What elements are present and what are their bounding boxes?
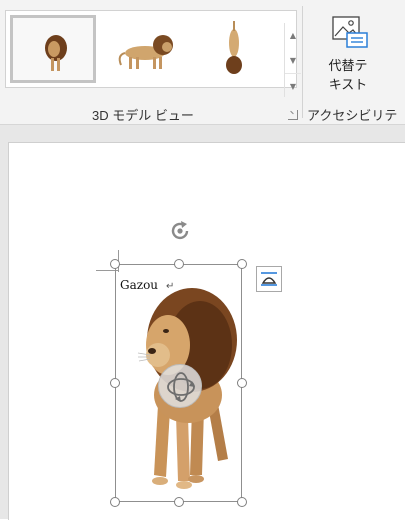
dialog-launcher-icon[interactable]: [288, 110, 298, 120]
alt-text-icon: [332, 16, 368, 48]
paragraph-mark: ↵: [166, 281, 175, 292]
gallery-more-button[interactable]: ▼: [285, 73, 301, 98]
gallery-item-top-view[interactable]: [192, 15, 278, 83]
gallery-scroll: ▲ ▼ ▼: [284, 23, 302, 97]
alt-text-button[interactable]: 代替テ キスト: [318, 14, 396, 98]
resize-handle-top[interactable]: [174, 259, 184, 269]
3d-rotate-icon: [167, 372, 195, 402]
group-label-3d-model-views: 3D モデル ビュー: [92, 108, 194, 123]
resize-handle-bottom-right[interactable]: [237, 497, 247, 507]
rotate-handle-icon[interactable]: [168, 219, 192, 243]
resize-handle-right[interactable]: [237, 378, 247, 388]
resize-handle-left[interactable]: [110, 378, 120, 388]
alt-text-label-line2: キスト: [328, 77, 368, 92]
document-text: Gazou: [120, 278, 159, 292]
gallery-item-front-view[interactable]: [10, 15, 96, 83]
gallery-scroll-down-button[interactable]: ▼: [285, 48, 301, 72]
layout-options-icon: [261, 272, 277, 286]
resize-handle-bottom-left[interactable]: [110, 497, 120, 507]
gallery-item-side-view[interactable]: [101, 15, 187, 83]
gallery-scroll-up-button[interactable]: ▲: [285, 23, 301, 47]
ribbon: ▲ ▼ ▼ 3D モデル ビュー 代替テ キスト アクセシビリティ: [0, 0, 405, 142]
resize-handle-top-left[interactable]: [110, 259, 120, 269]
resize-handle-bottom[interactable]: [174, 497, 184, 507]
resize-handle-top-right[interactable]: [237, 259, 247, 269]
3d-views-gallery: ▲ ▼ ▼: [5, 10, 301, 97]
layout-options-button[interactable]: [256, 266, 282, 292]
3d-rotate-control[interactable]: [158, 364, 202, 408]
alt-text-label-line1: 代替テ: [328, 58, 368, 73]
group-separator: [302, 6, 303, 118]
